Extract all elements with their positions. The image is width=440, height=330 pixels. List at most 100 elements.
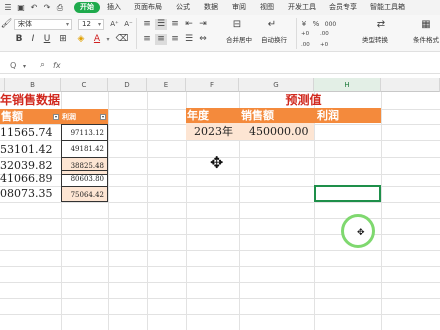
column-header-c[interactable]: C xyxy=(61,78,108,92)
grid-line xyxy=(0,202,440,203)
sales-value[interactable]: 08073.35 xyxy=(0,185,61,202)
column-header-d[interactable]: D xyxy=(108,78,147,92)
header-year[interactable]: 年度 xyxy=(186,108,239,123)
border-icon[interactable]: ⊞ xyxy=(56,34,70,45)
tab-view[interactable]: 视图 xyxy=(260,2,274,13)
grid-line xyxy=(0,282,440,283)
conditional-format-button[interactable]: 条件格式 xyxy=(413,36,439,45)
type-convert-icon[interactable]: ⇄ xyxy=(375,19,387,30)
merge-center-icon[interactable]: ⊟ xyxy=(229,19,245,30)
align-middle-icon[interactable]: ☰ xyxy=(155,19,167,30)
separator xyxy=(136,18,137,49)
tab-formulas[interactable]: 公式 xyxy=(176,2,190,13)
search-icon[interactable]: ⌕ xyxy=(40,60,45,70)
align-right-icon[interactable]: ≡ xyxy=(169,34,181,45)
indent-increase-icon[interactable]: ⇥ xyxy=(197,19,209,30)
move-cursor-icon: ✥ xyxy=(210,153,224,172)
pointer-icon: ✥ xyxy=(357,228,365,238)
align-center-icon[interactable]: ≡ xyxy=(155,34,167,45)
underline-button[interactable]: U xyxy=(42,34,52,45)
forecast-sales-cell[interactable]: 450000.00 xyxy=(239,123,314,140)
chevron-down-icon[interactable]: ▾ xyxy=(23,63,26,70)
column-header-i[interactable] xyxy=(381,78,440,92)
bold-button[interactable]: B xyxy=(14,34,24,45)
increase-decimal-button[interactable]: +0 .00 xyxy=(301,31,318,48)
chevron-down-icon: ▾ xyxy=(97,21,101,28)
align-bottom-icon[interactable]: ≡ xyxy=(169,19,181,30)
grid-line xyxy=(314,92,315,330)
grid-line xyxy=(0,266,440,267)
column-header-b[interactable]: B xyxy=(5,78,61,92)
sales-table-title[interactable]: 年销售数据 xyxy=(0,92,108,109)
format-painter-icon[interactable]: 🖌 xyxy=(1,19,12,30)
font-shrink-button[interactable]: A⁻ xyxy=(122,19,135,30)
distributed-icon[interactable]: ⇔ xyxy=(197,34,209,45)
save-icon[interactable]: ▣ xyxy=(15,2,27,13)
cell-ref-box[interactable]: Q xyxy=(10,61,16,70)
grid-line xyxy=(108,92,109,330)
italic-button[interactable]: I xyxy=(28,34,38,45)
grid-line xyxy=(0,298,440,299)
column-header-g[interactable]: G xyxy=(239,78,314,92)
conditional-format-icon[interactable]: ▦ xyxy=(420,19,432,30)
wrap-text-button[interactable]: 自动换行 xyxy=(261,36,287,45)
fx-button[interactable]: fx xyxy=(53,61,61,70)
tab-review[interactable]: 审阅 xyxy=(232,2,246,13)
tab-insert[interactable]: 插入 xyxy=(107,2,121,13)
profit-value[interactable]: 49181.42 xyxy=(61,140,108,158)
header-forecast-sales[interactable]: 销售额 xyxy=(239,108,314,123)
chevron-down-icon: ▾ xyxy=(65,21,69,28)
tab-data[interactable]: 数据 xyxy=(204,2,218,13)
grid-line xyxy=(0,218,440,219)
undo-icon[interactable]: ↶ xyxy=(28,2,40,13)
ribbon-toolbar: 🖌 宋体 ▾ 12 ▾ A⁺ A⁻ B I U ⊞ ◈ A ▾ ⌫ ≡ ☰ ≡ … xyxy=(0,15,440,52)
ribbon-tab-bar: ☰ ▣ ↶ ↷ ⎙ 开始 插入 页面布局 公式 数据 审阅 视图 开发工具 会员… xyxy=(0,0,440,15)
align-top-icon[interactable]: ≡ xyxy=(141,19,153,30)
grid-line xyxy=(0,250,440,251)
forecast-year-cell[interactable]: 2023年 xyxy=(186,123,239,140)
filter-dropdown-icon[interactable]: ▾ xyxy=(100,114,106,120)
sales-value[interactable]: 11565.74 xyxy=(0,124,61,141)
filter-dropdown-icon[interactable]: ▾ xyxy=(53,114,59,120)
forecast-title[interactable]: 预测值 xyxy=(186,92,381,109)
sales-value[interactable]: 53101.42 xyxy=(0,141,61,158)
font-name-value: 宋体 xyxy=(18,20,32,28)
profit-value[interactable]: 80603.80 xyxy=(61,170,108,187)
mouse-pointer-highlight: ✥ xyxy=(341,214,375,248)
tab-home[interactable]: 开始 xyxy=(74,2,100,13)
redo-icon[interactable]: ↷ xyxy=(41,2,53,13)
font-size-select[interactable]: 12 ▾ xyxy=(78,19,104,30)
font-color-button[interactable]: A xyxy=(92,34,102,45)
fill-color-icon[interactable]: ◈ xyxy=(74,34,88,45)
clear-format-icon[interactable]: ⌫ xyxy=(115,34,129,45)
print-icon[interactable]: ⎙ xyxy=(54,2,66,13)
grid-line xyxy=(0,314,440,315)
column-header-h[interactable]: H xyxy=(314,78,381,92)
decrease-decimal-button[interactable]: .00 +0 xyxy=(320,31,337,48)
header-forecast-profit[interactable]: 利润 xyxy=(314,108,381,123)
column-header-f[interactable]: F xyxy=(186,78,239,92)
formula-bar: Q ▾ ⌕ fx xyxy=(0,58,440,74)
grid-line xyxy=(381,92,382,330)
tab-smart-toolbox[interactable]: 智能工具箱 xyxy=(370,2,405,13)
justify-icon[interactable]: ☰ xyxy=(183,34,195,45)
align-left-icon[interactable]: ≡ xyxy=(141,34,153,45)
font-size-value: 12 xyxy=(82,20,91,28)
wrap-text-icon[interactable]: ↵ xyxy=(264,19,280,30)
file-menu-icon[interactable]: ☰ xyxy=(2,2,14,13)
chevron-down-icon[interactable]: ▾ xyxy=(104,34,112,45)
tab-membership[interactable]: 会员专享 xyxy=(329,2,357,13)
merge-center-button[interactable]: 合并居中 xyxy=(226,36,252,45)
indent-decrease-icon[interactable]: ⇤ xyxy=(183,19,195,30)
header-sales[interactable]: 售额 xyxy=(0,109,61,124)
tab-developer[interactable]: 开发工具 xyxy=(288,2,316,13)
profit-value[interactable]: 75064.42 xyxy=(61,186,108,202)
tab-page-layout[interactable]: 页面布局 xyxy=(134,2,162,13)
grid-line xyxy=(147,92,148,330)
profit-value[interactable]: 97113.12 xyxy=(61,124,108,141)
type-convert-button[interactable]: 类型转换 xyxy=(362,36,388,45)
font-grow-button[interactable]: A⁺ xyxy=(108,19,121,30)
active-cell-selection[interactable] xyxy=(314,185,381,202)
font-name-select[interactable]: 宋体 ▾ xyxy=(14,19,72,30)
column-header-e[interactable]: E xyxy=(147,78,186,92)
